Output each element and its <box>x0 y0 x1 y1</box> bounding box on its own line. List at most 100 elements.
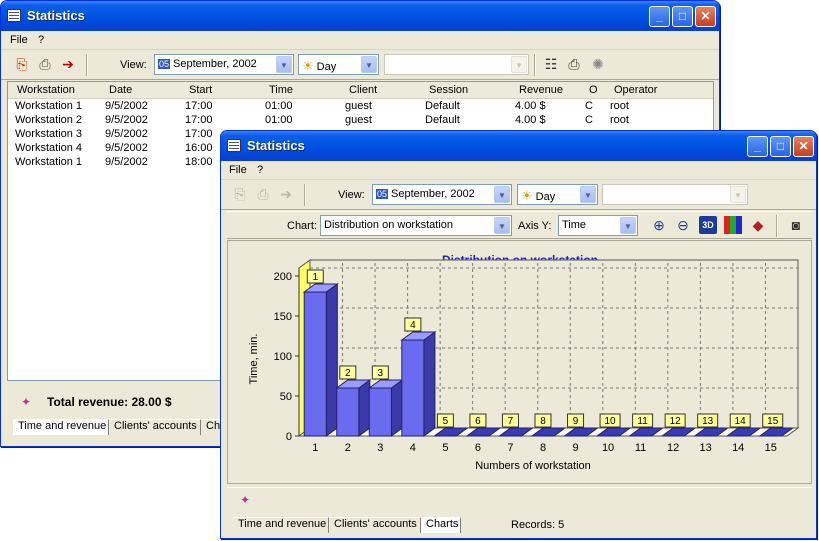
front-maximize-button[interactable]: □ <box>770 136 791 157</box>
cell-date: 9/5/2002 <box>105 114 148 126</box>
back-menu-bar: File ? <box>1 31 719 50</box>
cell-operator: root <box>610 114 629 126</box>
chart-wand-icon[interactable]: ✦ <box>17 393 35 411</box>
col-session[interactable]: Session <box>429 84 468 96</box>
front-statistics-window: Statistics _ □ ✕ File ? ⎘ ⎙ ➔ View: 05 Se… <box>220 130 817 539</box>
front-filter-combo[interactable]: ▼ <box>602 184 748 205</box>
back-tab-time-revenue[interactable]: Time and revenue <box>13 419 109 435</box>
chart-bar <box>368 387 392 437</box>
chart-type-value: Distribution on workstation <box>324 219 454 231</box>
settings-sun-icon[interactable]: ✺ <box>589 55 607 73</box>
list-header: Workstation Date Start Time Client Sessi… <box>8 82 713 99</box>
toolbar-separator <box>776 215 778 237</box>
zoom-in-icon[interactable]: ⊕ <box>650 216 668 234</box>
front-close-button[interactable]: ✕ <box>793 136 814 157</box>
back-view-combo[interactable]: 05 September, 2002 ▼ <box>154 54 294 75</box>
front-tab-charts[interactable]: Charts <box>421 517 461 533</box>
color-palette-icon[interactable] <box>724 216 742 234</box>
back-view-value: September, 2002 <box>173 58 257 70</box>
chevron-down-icon[interactable]: ▼ <box>620 217 636 234</box>
chevron-down-icon[interactable]: ▼ <box>494 186 510 203</box>
table-row[interactable]: Workstation 2 9/5/2002 17:00 01:00 guest Defa… <box>8 114 713 128</box>
chevron-down-icon[interactable]: ▼ <box>276 56 292 73</box>
front-tab-time-revenue[interactable]: Time and revenue <box>233 517 329 533</box>
hierarchy-icon[interactable]: ☷ <box>542 55 560 73</box>
toolbar-separator <box>534 54 536 76</box>
chart-x-tick-label: 8 <box>540 442 546 454</box>
col-revenue[interactable]: Revenue <box>519 84 563 96</box>
back-toolbar: ⎘ ⎙ ➔ View: 05 September, 2002 ▼ ☀ Day ▼ ▼… <box>1 50 719 80</box>
back-title-bar[interactable]: Statistics _ □ ✕ <box>1 1 719 31</box>
front-period-combo[interactable]: ☀ Day ▼ <box>517 184 598 205</box>
chart-x-tick-label: 12 <box>667 442 679 454</box>
chart-bar <box>401 339 425 437</box>
cell-date: 9/5/2002 <box>105 156 148 168</box>
cell-revenue: 4.00 $ <box>515 100 546 112</box>
cell-date: 9/5/2002 <box>105 128 148 140</box>
cell-o: C <box>585 100 593 112</box>
front-period-value: Day <box>535 191 556 203</box>
chart-data-label: 11 <box>637 416 648 427</box>
back-period-combo[interactable]: ☀ Day ▼ <box>298 54 379 75</box>
back-close-button[interactable]: ✕ <box>695 6 716 27</box>
chevron-down-icon[interactable]: ▼ <box>361 56 377 73</box>
chart-x-tick-label: 7 <box>507 442 513 454</box>
cell-start: 18:00 <box>185 156 213 168</box>
chart-x-tick-label: 4 <box>410 442 416 454</box>
chart-x-tick-label: 5 <box>442 442 448 454</box>
col-operator[interactable]: Operator <box>614 84 657 96</box>
front-minimize-button[interactable]: _ <box>747 136 768 157</box>
camera-icon[interactable]: ◙ <box>787 216 805 234</box>
table-row[interactable]: Workstation 1 9/5/2002 17:00 01:00 guest Defa… <box>8 100 713 114</box>
chart-y-axis-label: Time, min. <box>248 334 260 385</box>
back-minimize-button[interactable]: _ <box>649 6 670 27</box>
back-view-label: View: <box>120 59 147 71</box>
col-client[interactable]: Client <box>349 84 377 96</box>
zoom-out-icon[interactable]: ⊖ <box>674 216 692 234</box>
new-document-icon[interactable]: ⎘ <box>13 55 31 73</box>
print-icon[interactable]: ⎙ <box>36 55 54 73</box>
chart-data-label: 7 <box>508 416 514 427</box>
col-date[interactable]: Date <box>109 84 132 96</box>
3d-toggle-icon[interactable]: 3D <box>699 216 717 234</box>
chart-bar-side <box>423 331 436 437</box>
chevron-down-icon: ▼ <box>730 186 746 203</box>
chart-label: Chart: <box>287 220 317 232</box>
export-icon[interactable]: ➔ <box>59 55 77 73</box>
printer-icon[interactable]: ⎙ <box>565 55 583 73</box>
chart-type-combo[interactable]: Distribution on workstation ▼ <box>320 215 512 236</box>
back-menu-help[interactable]: ? <box>38 34 44 46</box>
front-view-combo[interactable]: 05 September, 2002 ▼ <box>372 184 512 205</box>
front-tab-clients-accounts[interactable]: Clients' accounts <box>329 517 421 533</box>
axis-y-combo[interactable]: Time ▼ <box>558 215 638 236</box>
chart-style-icon[interactable]: ◆ <box>749 216 767 234</box>
chart-panel: Distribution on workstation Time, min. N… <box>227 240 812 484</box>
back-period-value: Day <box>316 61 337 73</box>
chevron-down-icon[interactable]: ▼ <box>494 217 510 234</box>
col-time[interactable]: Time <box>269 84 293 96</box>
chart-data-label: 9 <box>573 416 579 427</box>
back-tab-clients-accounts[interactable]: Clients' accounts <box>109 419 201 435</box>
col-workstation[interactable]: Workstation <box>17 84 75 96</box>
back-filter-combo[interactable]: ▼ <box>384 54 529 75</box>
chart-x-tick-label: 15 <box>765 442 777 454</box>
col-o[interactable]: O <box>589 84 598 96</box>
axis-y-value: Time <box>562 219 587 231</box>
front-menu-bar: File ? <box>221 161 816 180</box>
back-maximize-button[interactable]: □ <box>672 6 693 27</box>
front-toolbar: ⎘ ⎙ ➔ View: 05 September, 2002 ▼ ☀ Day ▼ ▼ <box>221 180 816 210</box>
chart-x-tick-label: 9 <box>572 442 578 454</box>
total-revenue-text: Total revenue: 28.00 $ <box>47 395 172 409</box>
front-status-bar: ✦ <box>227 487 812 513</box>
cell-time: 01:00 <box>265 100 293 112</box>
cell-o: C <box>585 114 593 126</box>
front-menu-help[interactable]: ? <box>257 164 263 176</box>
chart-bar-side <box>325 283 338 437</box>
front-title-bar[interactable]: Statistics _ □ ✕ <box>221 131 816 161</box>
cell-workstation: Workstation 1 <box>15 100 83 112</box>
back-menu-file[interactable]: File <box>10 34 28 46</box>
front-menu-file[interactable]: File <box>229 164 247 176</box>
chart-wand-icon[interactable]: ✦ <box>236 491 254 509</box>
chevron-down-icon[interactable]: ▼ <box>580 186 596 203</box>
col-start[interactable]: Start <box>189 84 212 96</box>
